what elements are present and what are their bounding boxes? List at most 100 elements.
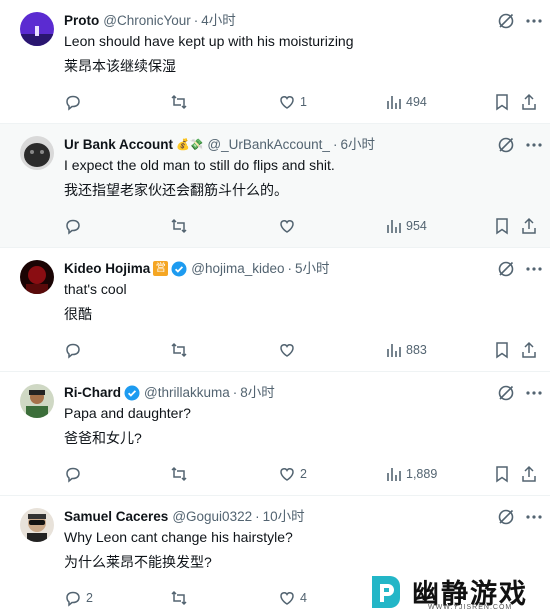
separator-dot: · bbox=[332, 137, 338, 152]
emoji-badge: 💰💸 bbox=[176, 138, 204, 151]
share-icon bbox=[522, 341, 536, 358]
user-handle[interactable]: @thrillakkuma bbox=[144, 384, 230, 401]
grok-icon[interactable] bbox=[497, 12, 515, 30]
views-button[interactable]: 954 bbox=[386, 216, 427, 236]
separator-dot: · bbox=[287, 261, 293, 276]
bookmark-button[interactable] bbox=[494, 216, 510, 236]
like-button[interactable]: 4 bbox=[278, 588, 307, 608]
more-options-icon[interactable] bbox=[524, 12, 544, 30]
reply-button[interactable]: 2 bbox=[64, 588, 93, 608]
share-button[interactable] bbox=[521, 464, 537, 484]
display-name[interactable]: Proto bbox=[64, 12, 99, 29]
reply-button[interactable] bbox=[64, 464, 82, 484]
share-button[interactable] bbox=[521, 216, 537, 236]
watermark-url: WWW.YJISREN.COM bbox=[428, 604, 513, 611]
retweet-button[interactable] bbox=[170, 464, 188, 484]
timestamp[interactable]: 6小时 bbox=[340, 136, 375, 153]
retweet-button[interactable] bbox=[170, 340, 188, 360]
bookmark-icon bbox=[496, 342, 508, 359]
views-icon bbox=[387, 468, 401, 481]
views-icon bbox=[387, 344, 401, 357]
avatar[interactable] bbox=[20, 136, 54, 170]
timestamp[interactable]: 8小时 bbox=[240, 384, 275, 401]
views-icon bbox=[387, 220, 401, 233]
timestamp[interactable]: 4小时 bbox=[201, 12, 236, 29]
affiliate-badge[interactable]: 営 bbox=[153, 261, 169, 276]
action-bar: 1 494 bbox=[0, 92, 550, 112]
tweet-text: Leon should have kept up with his moistu… bbox=[64, 33, 354, 49]
views-button[interactable]: 1,889 bbox=[386, 464, 437, 484]
views-button[interactable]: 883 bbox=[386, 340, 427, 360]
like-count: 1 bbox=[300, 95, 307, 109]
display-name[interactable]: Kideo Hojima bbox=[64, 260, 150, 277]
avatar[interactable] bbox=[20, 384, 54, 418]
translated-text: 莱昂本该继续保湿 bbox=[64, 58, 176, 74]
reply-icon bbox=[66, 219, 80, 235]
views-icon bbox=[387, 96, 401, 109]
translated-text: 爸爸和女儿? bbox=[64, 430, 142, 446]
tweet-header: Ur Bank Account 💰💸 @_UrBankAccount_ · 6小… bbox=[64, 136, 375, 153]
share-button[interactable] bbox=[521, 92, 537, 112]
like-button[interactable] bbox=[278, 216, 296, 236]
like-button[interactable] bbox=[278, 340, 296, 360]
separator-dot: · bbox=[232, 385, 238, 400]
display-name[interactable]: Samuel Caceres bbox=[64, 508, 168, 525]
user-handle[interactable]: @hojima_kideo bbox=[191, 260, 284, 277]
tweet-text: I expect the old man to still do flips a… bbox=[64, 157, 335, 173]
like-count: 4 bbox=[300, 591, 307, 605]
more-options-icon[interactable] bbox=[524, 260, 544, 278]
user-handle[interactable]: @ChronicYour bbox=[103, 12, 191, 29]
heart-icon bbox=[280, 592, 294, 605]
avatar[interactable] bbox=[20, 508, 54, 542]
retweet-button[interactable] bbox=[170, 92, 188, 112]
avatar[interactable] bbox=[20, 12, 54, 46]
user-handle[interactable]: @Gogui0322 bbox=[172, 508, 252, 525]
watermark-logo-icon bbox=[372, 576, 400, 608]
reply-icon bbox=[66, 591, 80, 607]
more-options-icon[interactable] bbox=[524, 508, 544, 526]
reply-button[interactable] bbox=[64, 92, 82, 112]
reply-tweet[interactable]: Kideo Hojima 営 @hojima_kideo · 5小时 that'… bbox=[0, 248, 550, 372]
reply-feed: Proto @ChronicYour · 4小时 Leon should hav… bbox=[0, 0, 550, 616]
views-button[interactable]: 494 bbox=[386, 92, 427, 112]
retweet-icon bbox=[171, 590, 187, 606]
retweet-icon bbox=[171, 466, 187, 482]
display-name[interactable]: Ur Bank Account bbox=[64, 136, 173, 153]
more-options-icon[interactable] bbox=[524, 384, 544, 402]
bookmark-button[interactable] bbox=[494, 464, 510, 484]
bookmark-button[interactable] bbox=[494, 92, 510, 112]
grok-icon[interactable] bbox=[497, 508, 515, 526]
reply-button[interactable] bbox=[64, 340, 82, 360]
display-name[interactable]: Ri-Chard bbox=[64, 384, 121, 401]
grok-icon[interactable] bbox=[497, 260, 515, 278]
retweet-button[interactable] bbox=[170, 216, 188, 236]
timestamp[interactable]: 5小时 bbox=[295, 260, 330, 277]
reply-button[interactable] bbox=[64, 216, 82, 236]
more-options-icon[interactable] bbox=[524, 136, 544, 154]
action-bar: 2 1,889 bbox=[0, 464, 550, 484]
share-icon bbox=[522, 217, 536, 234]
like-button[interactable]: 1 bbox=[278, 92, 307, 112]
views-count: 954 bbox=[406, 219, 427, 233]
reply-tweet[interactable]: Ur Bank Account 💰💸 @_UrBankAccount_ · 6小… bbox=[0, 124, 550, 248]
reply-icon bbox=[66, 467, 80, 483]
reply-tweet[interactable]: Ri-Chard @thrillakkuma · 8小时 Papa and da… bbox=[0, 372, 550, 496]
action-bar: 954 bbox=[0, 216, 550, 236]
share-icon bbox=[522, 465, 536, 482]
share-button[interactable] bbox=[521, 340, 537, 360]
bookmark-button[interactable] bbox=[494, 340, 510, 360]
user-handle[interactable]: @_UrBankAccount_ bbox=[207, 136, 330, 153]
reply-icon bbox=[66, 343, 80, 359]
reply-icon bbox=[66, 95, 80, 111]
reply-tweet[interactable]: Proto @ChronicYour · 4小时 Leon should hav… bbox=[0, 0, 550, 124]
verified-icon bbox=[124, 385, 140, 400]
translated-text: 很酷 bbox=[64, 306, 92, 322]
grok-icon[interactable] bbox=[497, 384, 515, 402]
like-button[interactable]: 2 bbox=[278, 464, 307, 484]
timestamp[interactable]: 10小时 bbox=[263, 508, 305, 525]
verified-icon bbox=[171, 261, 187, 276]
avatar[interactable] bbox=[20, 260, 54, 294]
retweet-button[interactable] bbox=[170, 588, 188, 608]
share-icon bbox=[522, 93, 536, 110]
grok-icon[interactable] bbox=[497, 136, 515, 154]
